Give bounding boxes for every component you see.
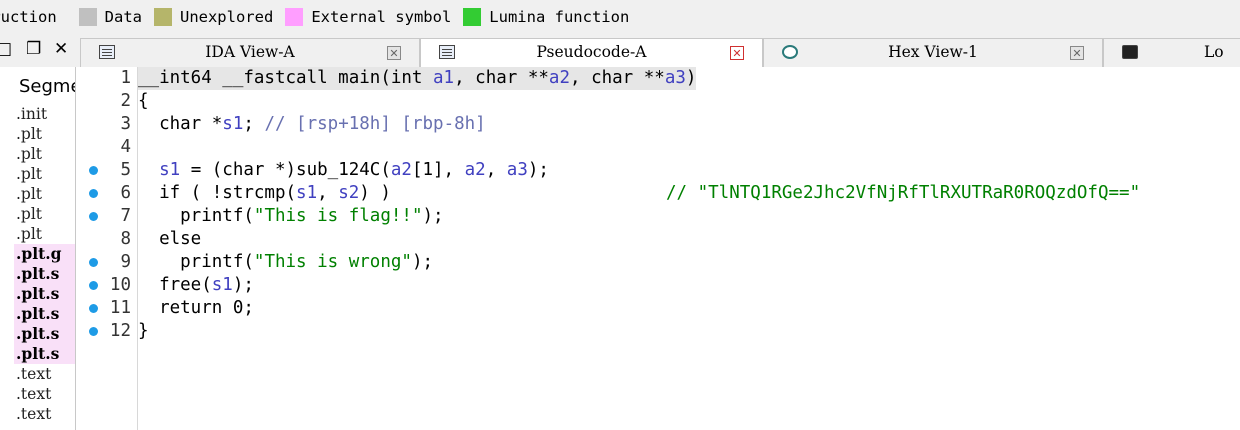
line-number: 11 — [109, 298, 131, 318]
segment-item[interactable]: .plt — [14, 144, 75, 164]
line-number: 12 — [109, 321, 131, 341]
line-number: 7 — [120, 206, 131, 226]
code-line[interactable]: 11 return 0; — [76, 297, 1240, 320]
legend-label: Unexplored — [179, 7, 274, 26]
segment-item[interactable]: .plt.s — [14, 264, 75, 284]
tab-label: Hex View-1 — [888, 43, 978, 61]
code-line[interactable]: 7 printf("This is flag!!"); — [76, 205, 1240, 228]
legend-label: External symbol — [311, 7, 452, 26]
legend-item-lumina-function: Lumina function — [463, 7, 641, 26]
tab-ida-view-a[interactable]: IDA View-A ✕ — [80, 38, 420, 67]
close-icon[interactable]: ✕ — [1070, 46, 1084, 60]
segment-item[interactable]: .text — [14, 364, 75, 384]
tab-locals[interactable]: Lo — [1103, 38, 1240, 67]
legend-swatch-lumina-function — [463, 7, 482, 26]
code-text: printf("This is wrong"); — [138, 252, 434, 272]
tab-pseudocode-a[interactable]: Pseudocode-A ✕ — [420, 38, 763, 68]
line-number: 10 — [109, 275, 131, 295]
legend-swatch-unexplored — [153, 7, 172, 26]
code-line[interactable]: 5 s1 = (char *)sub_124C(a2[1], a2, a3); — [76, 159, 1240, 182]
code-text: { — [138, 91, 149, 111]
info-icon — [1122, 45, 1138, 59]
code-text: printf("This is flag!!"); — [138, 206, 444, 226]
segment-item[interactable]: .plt — [14, 164, 75, 184]
segments-panel: Segme .init .plt .plt .plt .plt .plt .plt .plt.… — [0, 67, 76, 430]
segment-item[interactable]: .plt — [14, 224, 75, 244]
line-number: 6 — [120, 183, 131, 203]
line-number: 3 — [120, 114, 131, 134]
close-icon[interactable]: ✕ — [730, 46, 744, 60]
legend-label: Lumina function — [489, 7, 630, 26]
close-icon[interactable]: ✕ — [387, 46, 401, 60]
code-text: __int64 __fastcall main(int a1, char **a… — [138, 67, 697, 90]
line-number: 5 — [120, 160, 131, 180]
segments-header[interactable]: Segme — [19, 76, 75, 97]
code-line[interactable]: 9 printf("This is wrong"); — [76, 251, 1240, 274]
code-text: } — [138, 321, 149, 341]
segment-item[interactable]: .plt.s — [14, 284, 75, 304]
legend-item-unexplored: Unexplored — [153, 7, 285, 26]
legend-swatch-data — [78, 7, 97, 26]
gutter-divider — [137, 67, 138, 430]
code-line[interactable]: 6 if ( !strcmp(s1, s2) ) // "TlNTQ1RGe2Jh… — [76, 182, 1240, 205]
code-text: return 0; — [138, 298, 254, 318]
segment-item[interactable]: .plt — [14, 184, 75, 204]
legend-label: Data — [104, 7, 142, 26]
legend-label: truction — [0, 7, 57, 26]
legend-item-instruction: truction — [0, 8, 69, 26]
close-window-button[interactable]: ✕ — [54, 39, 68, 59]
line-number: 9 — [120, 252, 131, 272]
restore-window-button[interactable]: ❐ — [26, 39, 41, 59]
segment-item[interactable]: .text — [14, 404, 75, 424]
code-line[interactable]: 8 else — [76, 228, 1240, 251]
legend-item-data: Data — [78, 7, 154, 26]
code-line[interactable]: 2{ — [76, 90, 1240, 113]
legend-swatch-external-symbol — [285, 7, 304, 26]
code-line[interactable]: 1 __int64 __fastcall main(int a1, char **… — [76, 67, 1240, 90]
code-line[interactable]: 12} — [76, 320, 1240, 343]
code-comment: // "TlNTQ1RGe2Jhc2VfNjRfTlRXUTRaR0ROQzdO… — [666, 183, 1141, 203]
code-text: char *s1; // [rsp+18h] [rbp-8h] — [138, 114, 486, 134]
tab-hex-view-1[interactable]: Hex View-1 ✕ — [763, 38, 1103, 67]
segment-item[interactable]: .plt.s — [14, 304, 75, 324]
line-number: 1 — [120, 68, 131, 88]
code-text: else — [138, 229, 202, 249]
code-line[interactable]: 3 char *s1; // [rsp+18h] [rbp-8h] — [76, 113, 1240, 136]
legend-bar: truction Data Unexplored External symbol… — [0, 0, 1240, 33]
tab-label: Pseudocode-A — [536, 43, 647, 61]
segment-item[interactable]: .plt — [14, 124, 75, 144]
line-number: 8 — [120, 229, 131, 249]
segment-item[interactable]: .plt.s — [14, 344, 75, 364]
segment-item[interactable]: .init — [14, 104, 75, 124]
tab-label: IDA View-A — [205, 43, 295, 61]
code-text: s1 = (char *)sub_124C(a2[1], a2, a3); — [159, 160, 549, 180]
segment-item[interactable]: .text — [14, 384, 75, 404]
segment-item[interactable]: .plt.s — [14, 324, 75, 344]
legend-item-external-symbol: External symbol — [285, 7, 463, 26]
code-line[interactable]: 10 free(s1); — [76, 274, 1240, 297]
code-text: free(s1); — [138, 275, 254, 295]
segment-item[interactable]: .plt — [14, 204, 75, 224]
segment-item[interactable]: .plt.g — [14, 244, 75, 264]
pseudocode-view[interactable]: 1 __int64 __fastcall main(int a1, char **… — [76, 67, 1240, 430]
code-line[interactable]: 4 — [76, 136, 1240, 159]
line-number: 4 — [120, 137, 131, 157]
restore-icon[interactable]: □ — [0, 39, 12, 59]
code-text: if ( !strcmp(s1, s2) ) — [138, 183, 391, 203]
tab-label: Lo — [1204, 43, 1224, 61]
line-number: 2 — [120, 91, 131, 111]
